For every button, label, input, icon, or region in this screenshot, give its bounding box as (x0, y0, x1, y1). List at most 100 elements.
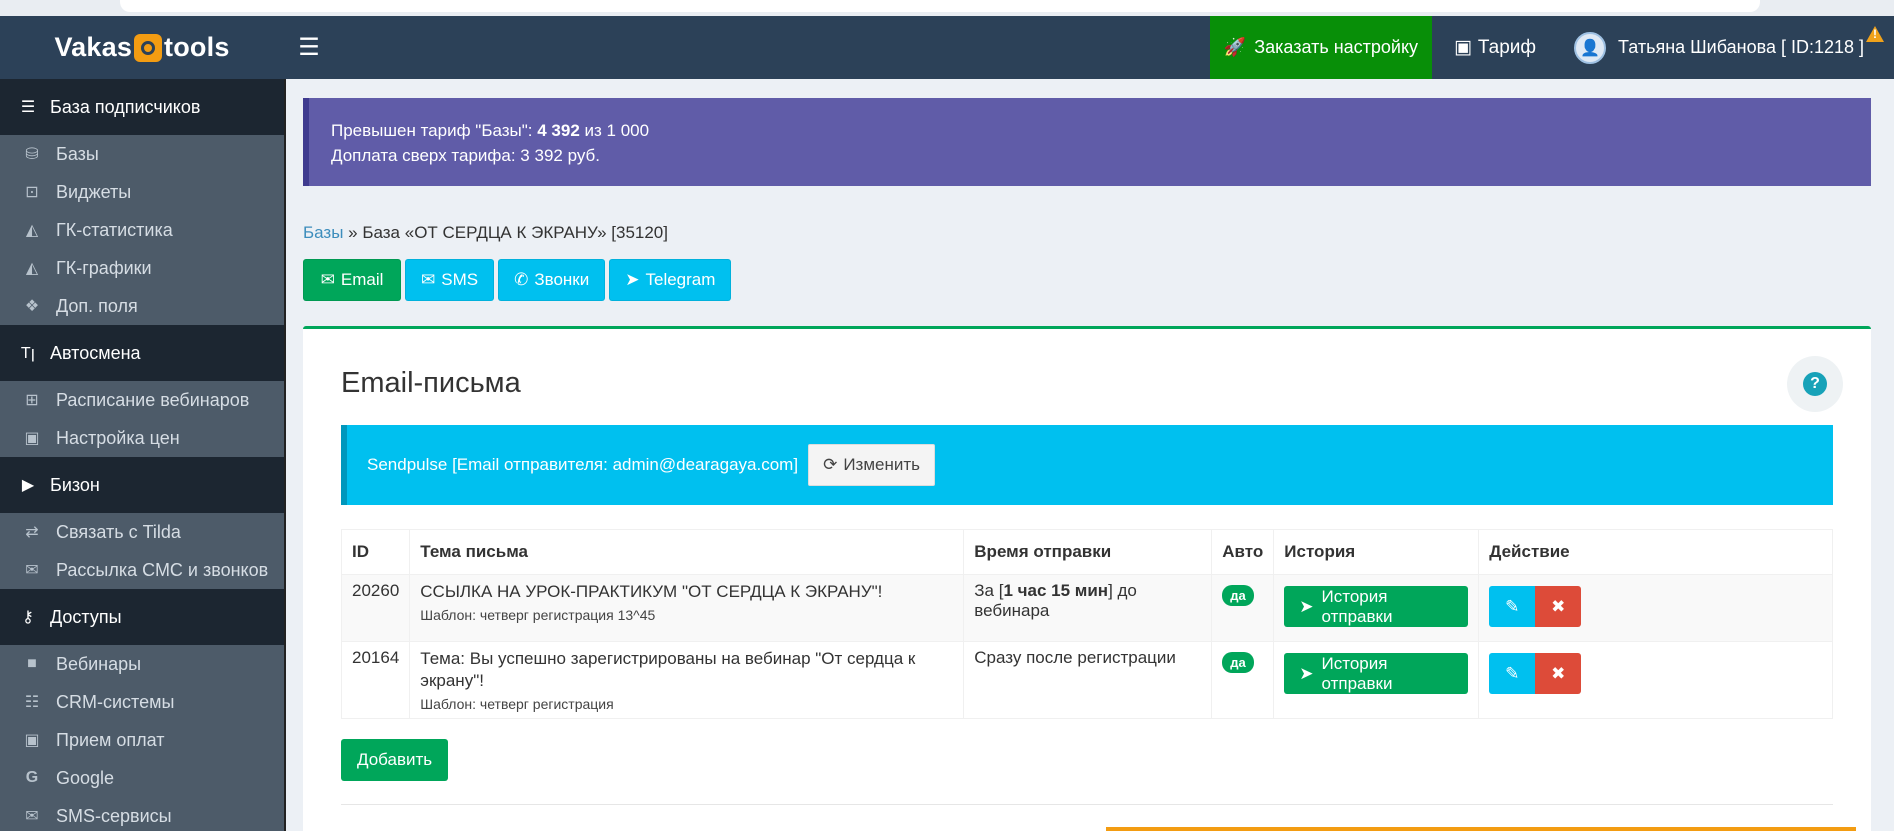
sidebar-section-label: Бизон (50, 474, 100, 495)
letter-template: Шаблон: четверг регистрация 13^45 (420, 607, 656, 623)
cell-id: 20260 (340, 574, 411, 642)
sidebar-item-label: Прием оплат (56, 729, 165, 750)
channel-tabs: ✉ Email ✉ SMS ✆ Звонки ➤ Telegram (303, 259, 732, 301)
letters-table: ID Тема письма Время отправки Авто Истор… (340, 529, 1833, 719)
sidebar-item-webinars[interactable]: ■ Вебинары (0, 645, 284, 683)
menu-toggle-icon[interactable]: ☰ (284, 16, 334, 79)
tariff-exceeded-alert: Превышен тариф "Базы": 4 392 из 1 000 До… (303, 98, 1871, 186)
change-sender-button[interactable]: ⟳ Изменить (808, 444, 935, 486)
phone-icon: ✆ (514, 270, 529, 289)
history-button[interactable]: ➤ История отправки (1284, 586, 1469, 627)
delete-button[interactable]: ✖ (1535, 586, 1582, 627)
edit-button[interactable]: ✎ (1489, 586, 1536, 627)
sidebar-item-label: Рассылка СМС и звонков (56, 559, 269, 580)
sidebar-section-access[interactable]: ⚷ Доступы (0, 589, 284, 645)
sidebar-section-autoswitch[interactable]: Tꞁ Автосмена (0, 325, 284, 381)
sidebar-item-google[interactable]: G Google (0, 759, 284, 797)
sidebar-item-label: ГК-статистика (56, 219, 173, 240)
add-letter-button[interactable]: Добавить (341, 739, 449, 781)
rocket-icon: 🚀 (1223, 37, 1247, 57)
history-button[interactable]: ➤ История отправки (1284, 653, 1469, 694)
area-chart-icon: ◭ (25, 222, 39, 239)
envelope-icon: ✉ (320, 270, 335, 289)
cubes-icon: ❖ (24, 298, 40, 315)
sidebar-item-label: Связать с Tilda (56, 521, 181, 542)
money-icon: ▣ (24, 732, 40, 749)
sidebar-item-label: Вебинары (56, 653, 142, 674)
cell-subject: Тема: Вы успешно зарегистрированы на веб… (409, 641, 965, 719)
logo-text-left: Vakas (54, 32, 133, 62)
delete-button[interactable]: ✖ (1535, 653, 1582, 694)
cell-action: ✎ ✖ (1478, 574, 1833, 642)
help-button[interactable]: ? (1787, 356, 1843, 412)
alert-line-1: Превышен тариф "Базы": 4 392 из 1 000 (331, 121, 650, 140)
status-badge: да (1222, 585, 1254, 606)
avatar: 👤 (1574, 31, 1607, 64)
logo[interactable]: Vakas tools (0, 16, 284, 79)
sidebar-item-label: Базы (56, 143, 99, 164)
table-row: 20164 Тема: Вы успешно зарегистрированы … (340, 641, 1833, 719)
sidebar-item-label: Расписание вебинаров (56, 389, 250, 410)
tab-calls[interactable]: ✆ Звонки (498, 259, 606, 301)
money-icon: ▣ (1453, 37, 1472, 58)
order-setup-button[interactable]: 🚀 Заказать настройку (1209, 16, 1432, 79)
refresh-icon: ⟳ (823, 455, 838, 474)
col-send-time: Время отправки (963, 529, 1213, 575)
sidebar-item-crm[interactable]: ☷ CRM-системы (0, 683, 284, 721)
sidebar-item-gk-stats[interactable]: ◭ ГК-статистика (0, 211, 284, 249)
video-icon: ■ (27, 655, 37, 672)
edit-button[interactable]: ✎ (1489, 653, 1536, 694)
address-bar[interactable] (120, 0, 1760, 12)
sidebar-item-extra-fields[interactable]: ❖ Доп. поля (0, 287, 284, 325)
warning-icon[interactable]: ! (1866, 26, 1884, 42)
col-subject: Тема письма (409, 529, 965, 575)
cell-action: ✎ ✖ (1478, 641, 1833, 719)
close-icon: ✖ (1551, 663, 1566, 683)
sidebar-item-label: ГК-графики (56, 257, 152, 278)
letter-template: Шаблон: четверг регистрация (420, 696, 614, 712)
sidebar-item-webinar-schedule[interactable]: ⊞ Расписание вебинаров (0, 381, 284, 419)
alert-count: 4 392 (537, 121, 580, 140)
user-menu[interactable]: 👤 Татьяна Шибанова [ ID:1218 ] ! (1558, 16, 1894, 79)
tariff-link[interactable]: ▣ Тариф (1432, 16, 1558, 79)
next-box-edge (1106, 827, 1856, 831)
tab-telegram[interactable]: ➤ Telegram (609, 259, 732, 301)
cell-auto: да (1211, 641, 1275, 719)
cell-history: ➤ История отправки (1273, 574, 1480, 642)
sidebar-item-label: Настройка цен (56, 427, 180, 448)
logo-text-right: tools (164, 32, 230, 62)
sidebar-item-widgets[interactable]: ⊡ Виджеты (0, 173, 284, 211)
sidebar-section-label: Автосмена (50, 342, 141, 363)
sidebar-item-tilda[interactable]: ⇄ Связать с Tilda (0, 513, 284, 551)
sidebar-item-sms-calls[interactable]: ✉ Рассылка СМС и звонков (0, 551, 284, 589)
exchange-icon: ⇄ (25, 524, 39, 541)
sidebar-item-payments[interactable]: ▣ Прием оплат (0, 721, 284, 759)
user-name: Татьяна Шибанова [ ID:1218 ] (1618, 37, 1864, 57)
question-icon: ? (1803, 372, 1827, 396)
cell-send-time: За [1 час 15 мин] до вебинара (963, 574, 1213, 642)
sidebar-item-bases[interactable]: ⛁ Базы (0, 135, 284, 173)
letter-subject: Тема: Вы успешно зарегистрированы на веб… (420, 649, 916, 690)
status-badge: да (1222, 652, 1254, 673)
sidebar-item-label: Виджеты (56, 181, 132, 202)
email-letters-box: Email-письма ? Sendpulse [Email отправит… (303, 326, 1871, 831)
page-title: Email-письма (341, 367, 521, 399)
main-content: Превышен тариф "Базы": 4 392 из 1 000 До… (286, 79, 1894, 831)
sidebar-section-label: Доступы (50, 606, 122, 627)
sidebar-section-subscribers[interactable]: ☰ База подписчиков (0, 79, 284, 135)
tab-sms[interactable]: ✉ SMS (405, 259, 495, 301)
sidebar-item-gk-charts[interactable]: ◭ ГК-графики (0, 249, 284, 287)
pencil-icon: ✎ (1505, 596, 1520, 616)
widget-icon: ⊡ (25, 184, 39, 201)
tab-email[interactable]: ✉ Email (303, 259, 401, 301)
sidebar-section-bizon[interactable]: ▶ Бизон (0, 457, 284, 513)
sidebar-item-sms-services[interactable]: ✉ SMS-сервисы (0, 797, 284, 831)
breadcrumb-link-bases[interactable]: Базы (303, 223, 343, 242)
col-action: Действие (1478, 529, 1833, 575)
sidebar-item-label: Google (56, 767, 115, 788)
tariff-label: Тариф (1477, 36, 1537, 58)
envelope-outline-icon: ✉ (421, 270, 436, 289)
database-list-icon: ☰ (20, 99, 36, 116)
col-auto: Авто (1211, 529, 1275, 575)
sidebar-item-price-settings[interactable]: ▣ Настройка цен (0, 419, 284, 457)
